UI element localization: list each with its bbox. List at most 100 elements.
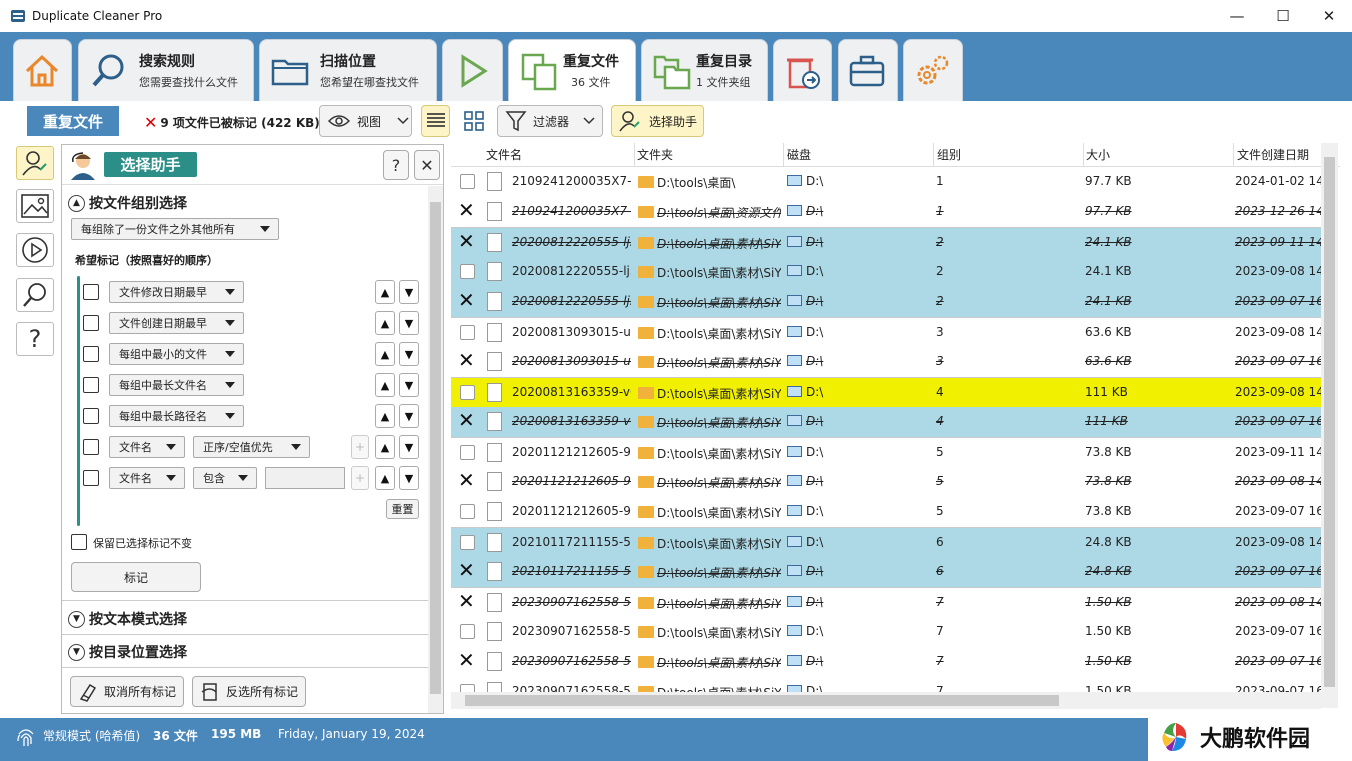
criterion-dropdown[interactable]: 每组中最长文件名 (109, 374, 244, 396)
row-checkbox[interactable] (460, 535, 475, 550)
column-header-group[interactable]: 组别 (937, 146, 961, 164)
rule-field-dropdown[interactable]: 文件名 (109, 467, 185, 489)
section-by-directory[interactable]: ▼ 按目录位置选择 (68, 642, 187, 662)
table-row[interactable]: ✕ 20200812220555-lj3er D:\tools\桌面\素材\SiYu… (451, 287, 1321, 317)
table-row[interactable]: ✕ 20200813163359-v04r D:\tools\桌面\素材\SiYu D… (451, 407, 1321, 437)
filter-button[interactable]: 过滤器 (497, 105, 603, 137)
move-down-button[interactable]: ▼ (399, 342, 419, 366)
table-row[interactable]: ✕ 20201121212605-9td1 D:\tools\桌面\素材\SiYu D… (451, 467, 1321, 497)
row-checkbox[interactable] (460, 624, 475, 639)
grid-vertical-scrollbar[interactable] (1321, 143, 1338, 708)
tab-tools[interactable] (838, 39, 898, 101)
rule-checkbox[interactable] (83, 470, 99, 486)
tab-start-scan[interactable] (442, 39, 503, 101)
duplicate-files-button[interactable]: 重复文件 (27, 106, 119, 136)
row-checkbox[interactable] (460, 385, 475, 400)
row-checkbox[interactable] (460, 325, 475, 340)
marked-x-icon[interactable]: ✕ (458, 200, 475, 220)
rule-order-dropdown[interactable]: 正序/空值优先 (193, 436, 310, 458)
table-row[interactable]: ✕ 20210117211155-56n4 D:\tools\桌面\素材\SiYu D… (451, 557, 1321, 587)
marked-x-icon[interactable]: ✕ (458, 560, 475, 580)
marked-x-icon[interactable]: ✕ (458, 290, 475, 310)
table-row[interactable]: 20230907162558-5m7 D:\tools\桌面\素材\SiYu D:\… (451, 617, 1321, 647)
criterion-dropdown[interactable]: 文件修改日期最早 (109, 281, 244, 303)
maximize-button[interactable]: ☐ (1260, 0, 1306, 32)
section-by-text[interactable]: ▼ 按文本模式选择 (68, 609, 187, 629)
tab-settings[interactable] (903, 39, 963, 101)
move-up-button[interactable]: ▲ (375, 280, 395, 304)
row-checkbox[interactable] (460, 445, 475, 460)
criterion-checkbox[interactable] (83, 346, 99, 362)
column-header-size[interactable]: 大小 (1086, 146, 1110, 164)
move-down-button[interactable]: ▼ (399, 435, 419, 459)
move-up-button[interactable]: ▲ (375, 311, 395, 335)
panel-help-button[interactable]: ? (383, 150, 409, 180)
marked-x-icon[interactable]: ✕ (458, 410, 475, 430)
marked-x-icon[interactable]: ✕ (458, 231, 475, 251)
table-row[interactable]: 20200813093015-u6bc D:\tools\桌面\素材\SiYu D:… (451, 317, 1321, 347)
tab-search-rules[interactable]: 搜索规则 您需要查找什么文件 (78, 39, 254, 101)
row-checkbox[interactable] (460, 264, 475, 279)
grid-view-button[interactable] (459, 105, 488, 137)
keep-selection-checkbox[interactable] (71, 534, 87, 550)
column-header-created[interactable]: 文件创建日期 (1237, 146, 1309, 164)
marked-x-icon[interactable]: ✕ (458, 470, 475, 490)
table-row[interactable]: ✕ 20230907162558-5m7 D:\tools\桌面\素材\SiYu D:… (451, 587, 1321, 617)
invert-all-button[interactable]: 反选所有标记 (192, 676, 306, 707)
column-header-folder[interactable]: 文件夹 (637, 146, 673, 164)
table-row[interactable]: 20200813163359-v04r D:\tools\桌面\素材\SiYu D:… (451, 377, 1321, 407)
criterion-checkbox[interactable] (83, 284, 99, 300)
move-up-button[interactable]: ▲ (375, 373, 395, 397)
view-button[interactable]: 视图 (319, 105, 412, 137)
table-row[interactable]: ✕ 20230907162558-5m7 D:\tools\桌面\素材\SiYu D:… (451, 647, 1321, 677)
move-down-button[interactable]: ▼ (399, 404, 419, 428)
add-rule-button[interactable]: + (351, 435, 369, 459)
rule-field-dropdown[interactable]: 文件名 (109, 436, 185, 458)
move-down-button[interactable]: ▼ (399, 373, 419, 397)
image-preview-side-button[interactable] (16, 189, 54, 223)
section-by-group[interactable]: ▲ 按文件组别选择 (68, 193, 187, 213)
row-checkbox[interactable] (460, 174, 475, 189)
criterion-dropdown[interactable]: 文件创建日期最早 (109, 312, 244, 334)
add-rule-button[interactable]: + (351, 466, 369, 490)
marked-x-icon[interactable]: ✕ (458, 650, 475, 670)
marked-x-icon[interactable]: ✕ (458, 350, 475, 370)
marked-x-icon[interactable]: ✕ (458, 591, 475, 611)
tab-duplicate-files[interactable]: 重复文件 36 文件 (508, 39, 636, 101)
column-header-disk[interactable]: 磁盘 (787, 146, 811, 164)
group-mode-dropdown[interactable]: 每组除了一份文件之外其他所有 (71, 218, 279, 240)
table-row[interactable]: ✕ 20200813093015-u6bc D:\tools\桌面\素材\SiYu D… (451, 347, 1321, 377)
criterion-checkbox[interactable] (83, 408, 99, 424)
tab-home[interactable] (13, 39, 72, 101)
reset-button[interactable]: 重置 (386, 499, 419, 519)
panel-scrollbar[interactable] (428, 186, 443, 713)
move-down-button[interactable]: ▼ (399, 466, 419, 490)
row-checkbox[interactable] (460, 504, 475, 519)
table-row[interactable]: ✕ 2109241200035X7-0-L D:\tools\桌面\资源文件 D:\ 1… (451, 197, 1321, 227)
table-row[interactable]: 20201121212605-9td1 D:\tools\桌面\素材\SiYu D:… (451, 497, 1321, 527)
move-up-button[interactable]: ▲ (375, 342, 395, 366)
move-down-button[interactable]: ▼ (399, 311, 419, 335)
list-view-button[interactable] (421, 105, 450, 137)
tab-scan-location[interactable]: 扫描位置 您希望在哪查找文件 (259, 39, 437, 101)
search-side-button[interactable] (16, 278, 54, 312)
move-up-button[interactable]: ▲ (375, 404, 395, 428)
criterion-dropdown[interactable]: 每组中最小的文件 (109, 343, 244, 365)
criterion-dropdown[interactable]: 每组中最长路径名 (109, 405, 244, 427)
unmark-all-button[interactable]: 取消所有标记 (70, 676, 184, 707)
move-down-button[interactable]: ▼ (399, 280, 419, 304)
rule-op-dropdown[interactable]: 包含 (193, 467, 257, 489)
move-up-button[interactable]: ▲ (375, 435, 395, 459)
tab-duplicate-folders[interactable]: 重复目录 1 文件夹组 (641, 39, 768, 101)
media-side-button[interactable] (16, 233, 54, 267)
rule-value-input[interactable] (265, 467, 345, 489)
tab-remove[interactable] (773, 39, 832, 101)
move-up-button[interactable]: ▲ (375, 466, 395, 490)
table-row[interactable]: ✕ 20200812220555-lj3er D:\tools\桌面\素材\SiYu… (451, 227, 1321, 257)
criterion-checkbox[interactable] (83, 315, 99, 331)
selection-assistant-button[interactable]: 选择助手 (611, 105, 704, 137)
column-header-filename[interactable]: 文件名 (486, 146, 522, 164)
help-side-button[interactable]: ? (16, 322, 54, 356)
mark-button[interactable]: 标记 (71, 562, 201, 592)
selection-assistant-side-button[interactable] (16, 146, 54, 180)
